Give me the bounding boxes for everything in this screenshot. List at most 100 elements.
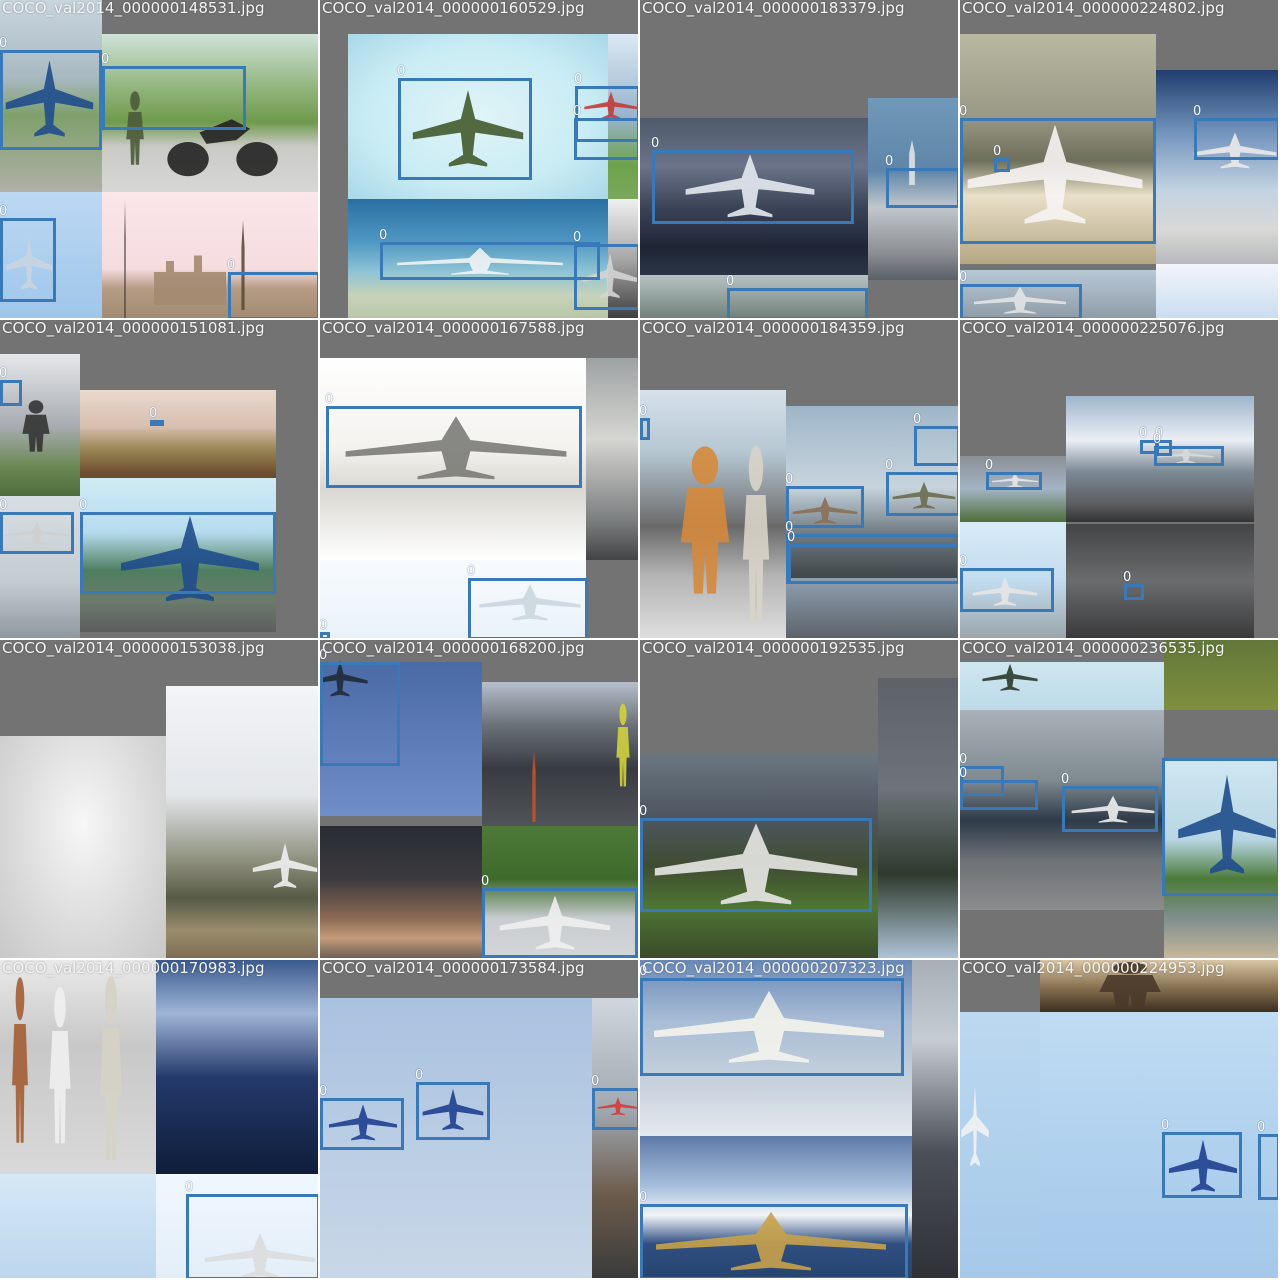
bounding-box: 0 <box>960 271 1082 318</box>
airplane-icon <box>982 663 1038 691</box>
tile-photo <box>1040 1012 1278 1278</box>
tile-filename: COCO_val2014_000000183379.jpg <box>642 0 905 17</box>
box-class-label: 0 <box>0 499 7 512</box>
bounding-box: 0 <box>379 229 600 280</box>
tile-filename: COCO_val2014_000000168200.jpg <box>322 640 585 657</box>
bounding-box: 0 <box>787 531 958 584</box>
box-class-label: 0 <box>101 52 110 67</box>
bounding-box: 0 <box>1061 773 1158 832</box>
building-icon <box>154 255 226 305</box>
bounding-box: 0 <box>993 145 1010 172</box>
bounding-box: 0 <box>467 565 588 638</box>
bounding-box: 0 <box>640 405 650 440</box>
tile-filename: COCO_val2014_000000224802.jpg <box>962 0 1225 17</box>
box-class-label: 0 <box>591 1074 600 1089</box>
tile-photo <box>1156 264 1278 318</box>
tile-photo <box>320 826 482 958</box>
box-class-label: 0 <box>1123 570 1132 585</box>
bounding-box: 0 <box>885 155 958 208</box>
tile-filename: COCO_val2014_000000192535.jpg <box>642 640 905 657</box>
bounding-box: 0 <box>149 407 164 426</box>
bounding-box: 0 <box>0 367 22 406</box>
box-class-label: 0 <box>467 564 476 579</box>
bounding-box <box>1162 758 1278 896</box>
box-class-label: 0 <box>960 753 967 766</box>
bounding-box: 0 <box>960 555 1054 612</box>
box-class-label: 0 <box>785 472 794 487</box>
box-class-label: 0 <box>574 72 583 87</box>
tile-photo <box>1066 524 1254 638</box>
box-class-label: 0 <box>0 205 7 218</box>
bounding-box: 0 <box>573 231 638 310</box>
bounding-box: 0 <box>415 1069 490 1140</box>
box-class-label: 0 <box>885 458 894 473</box>
bounding-box: 0 <box>591 1075 638 1130</box>
mosaic-tile: 000000COCO_val2014_000000225076.jpg <box>960 320 1280 640</box>
mosaic-tile: 0 COCO_val2014_000000192535.jpg <box>640 640 960 960</box>
tile-filename: COCO_val2014_000000167588.jpg <box>322 320 585 337</box>
box-class-label: 0 <box>1161 1118 1170 1133</box>
bounding-box: 0 <box>185 1181 318 1278</box>
mosaic-tile: 0 0 0 COCO_val2014_000000173584.jpg <box>320 960 640 1280</box>
box-class-label: 0 <box>787 530 796 545</box>
person-icon <box>22 400 50 452</box>
box-class-label: 0 <box>960 105 967 118</box>
box-class-label: 0 <box>481 874 490 889</box>
tile-photo <box>0 1174 156 1278</box>
tower-icon <box>532 750 536 822</box>
box-class-label: 0 <box>1139 426 1148 441</box>
bounding-box: 0 <box>640 805 872 912</box>
bounding-box: 0 <box>960 105 1156 244</box>
bounding-box: 0 <box>481 875 638 958</box>
mosaic-tile: 0 COCO_val2014_000000170983.jpg <box>0 960 320 1280</box>
box-class-label: 0 <box>726 274 735 289</box>
bounding-box: 0 <box>227 259 318 318</box>
bounding-box: 0 <box>320 649 400 766</box>
bounding-box: 0 <box>325 393 582 488</box>
tile-filename: COCO_val2014_000000173584.jpg <box>322 960 585 977</box>
box-class-label: 0 <box>985 458 994 473</box>
tile-photo <box>912 960 958 1278</box>
person-icon <box>742 445 770 621</box>
box-class-label: 0 <box>1193 104 1202 119</box>
tower-icon <box>124 200 126 318</box>
tile-photo <box>156 960 318 1174</box>
box-class-label: 0 <box>227 258 236 273</box>
bounding-box: 0 <box>0 499 74 554</box>
mosaic-tile: 0 0 0 0 COCO_val2014_000000224802.jpg <box>960 0 1280 320</box>
tile-photo <box>1156 70 1278 270</box>
tile-photo <box>786 578 958 638</box>
box-class-label: 0 <box>960 271 967 284</box>
tile-photo <box>0 736 166 958</box>
box-class-label: 0 <box>1257 1120 1266 1135</box>
box-class-label: 0 <box>1153 432 1162 447</box>
mosaic-tile: 0 0 0 COCO_val2014_000000183379.jpg <box>640 0 960 320</box>
tile-filename: COCO_val2014_000000151081.jpg <box>2 320 265 337</box>
mosaic-grid: 0000COCO_val2014_000000148531.jpg00000CO… <box>0 0 1280 1280</box>
box-class-label: 0 <box>79 498 88 513</box>
tile-filename: COCO_val2014_000000207323.jpg <box>642 960 905 977</box>
mosaic-tile: 000COCO_val2014_000000236535.jpg <box>960 640 1280 960</box>
bounding-box: 0 <box>79 499 276 594</box>
mosaic-tile: 0 0 0 COCO_val2014_000000167588.jpg <box>320 320 640 640</box>
mosaic-tile: COCO_val2014_000000153038.jpg <box>0 640 320 960</box>
airplane-icon <box>961 1085 989 1167</box>
bounding-box: 0 <box>1193 105 1278 160</box>
box-class-label: 0 <box>993 144 1002 159</box>
bounding-box: 0 <box>913 413 958 466</box>
bounding-box: 0 <box>320 1085 404 1150</box>
bounding-box: 0 <box>640 965 904 1076</box>
bounding-box: 0 <box>320 619 330 638</box>
bounding-box: 0 <box>0 37 102 150</box>
box-class-label: 0 <box>0 37 7 50</box>
tile-filename: COCO_val2014_000000148531.jpg <box>2 0 265 17</box>
tile-photo <box>166 686 318 958</box>
tile-photo <box>592 998 638 1278</box>
bounding-box: 0 <box>785 473 864 528</box>
box-class-label: 0 <box>325 392 334 407</box>
box-class-label: 0 <box>149 406 158 421</box>
bounding-box: 0 <box>0 205 56 302</box>
mosaic-tile: 00COCO_val2014_000000168200.jpg <box>320 640 640 960</box>
box-class-label: 0 <box>415 1068 424 1083</box>
tile-filename: COCO_val2014_000000153038.jpg <box>2 640 265 657</box>
